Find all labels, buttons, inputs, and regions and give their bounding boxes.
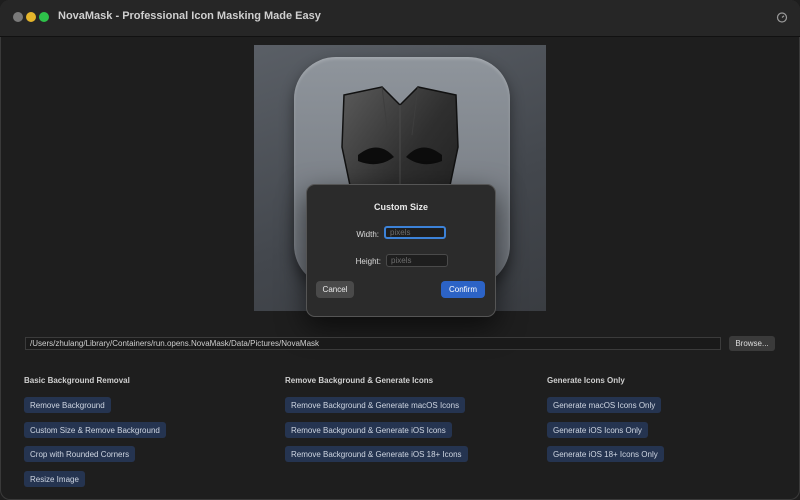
output-path-field[interactable]: /Users/zhulang/Library/Containers/run.op…	[25, 337, 721, 350]
resize-image-button[interactable]: Resize Image	[24, 471, 85, 487]
dialog-title: Custom Size	[373, 202, 428, 212]
title-bar: NovaMask - Professional Icon Masking Mad…	[0, 0, 800, 37]
stopwatch-icon[interactable]	[776, 11, 788, 23]
custom-size-dialog: Custom Size Width: Height: Cancel Confir…	[306, 184, 496, 317]
section-title-remove-generate: Remove Background & Generate Icons	[285, 376, 434, 385]
app-window: NovaMask - Professional Icon Masking Mad…	[0, 0, 800, 500]
generate-macos-icons-button[interactable]: Generate macOS Icons Only	[547, 397, 662, 413]
remove-bg-generate-macos-button[interactable]: Remove Background & Generate macOS Icons	[285, 397, 466, 413]
generate-ios-icons-button[interactable]: Generate iOS Icons Only	[547, 422, 648, 438]
section-title-basic: Basic Background Removal	[24, 376, 130, 385]
browse-button[interactable]: Browse...	[729, 336, 775, 351]
custom-size-remove-background-button[interactable]: Custom Size & Remove Background	[24, 422, 166, 438]
zoom-window-button[interactable]	[39, 12, 49, 22]
crop-rounded-corners-button[interactable]: Crop with Rounded Corners	[24, 446, 136, 462]
width-input[interactable]	[384, 226, 446, 239]
cancel-button[interactable]: Cancel	[316, 281, 354, 298]
remove-background-button[interactable]: Remove Background	[24, 397, 111, 413]
close-window-button[interactable]	[13, 12, 23, 22]
minimize-window-button[interactable]	[26, 12, 36, 22]
remove-bg-generate-ios-button[interactable]: Remove Background & Generate iOS Icons	[285, 422, 452, 438]
height-input[interactable]	[386, 254, 448, 267]
confirm-button[interactable]: Confirm	[441, 281, 485, 298]
generate-ios18-icons-button[interactable]: Generate iOS 18+ Icons Only	[547, 446, 664, 462]
section-title-generate-only: Generate Icons Only	[547, 376, 625, 385]
window-title: NovaMask - Professional Icon Masking Mad…	[58, 10, 321, 22]
height-label: Height:	[355, 257, 381, 266]
remove-bg-generate-ios18-button[interactable]: Remove Background & Generate iOS 18+ Ico…	[285, 446, 468, 462]
width-label: Width:	[356, 230, 379, 239]
